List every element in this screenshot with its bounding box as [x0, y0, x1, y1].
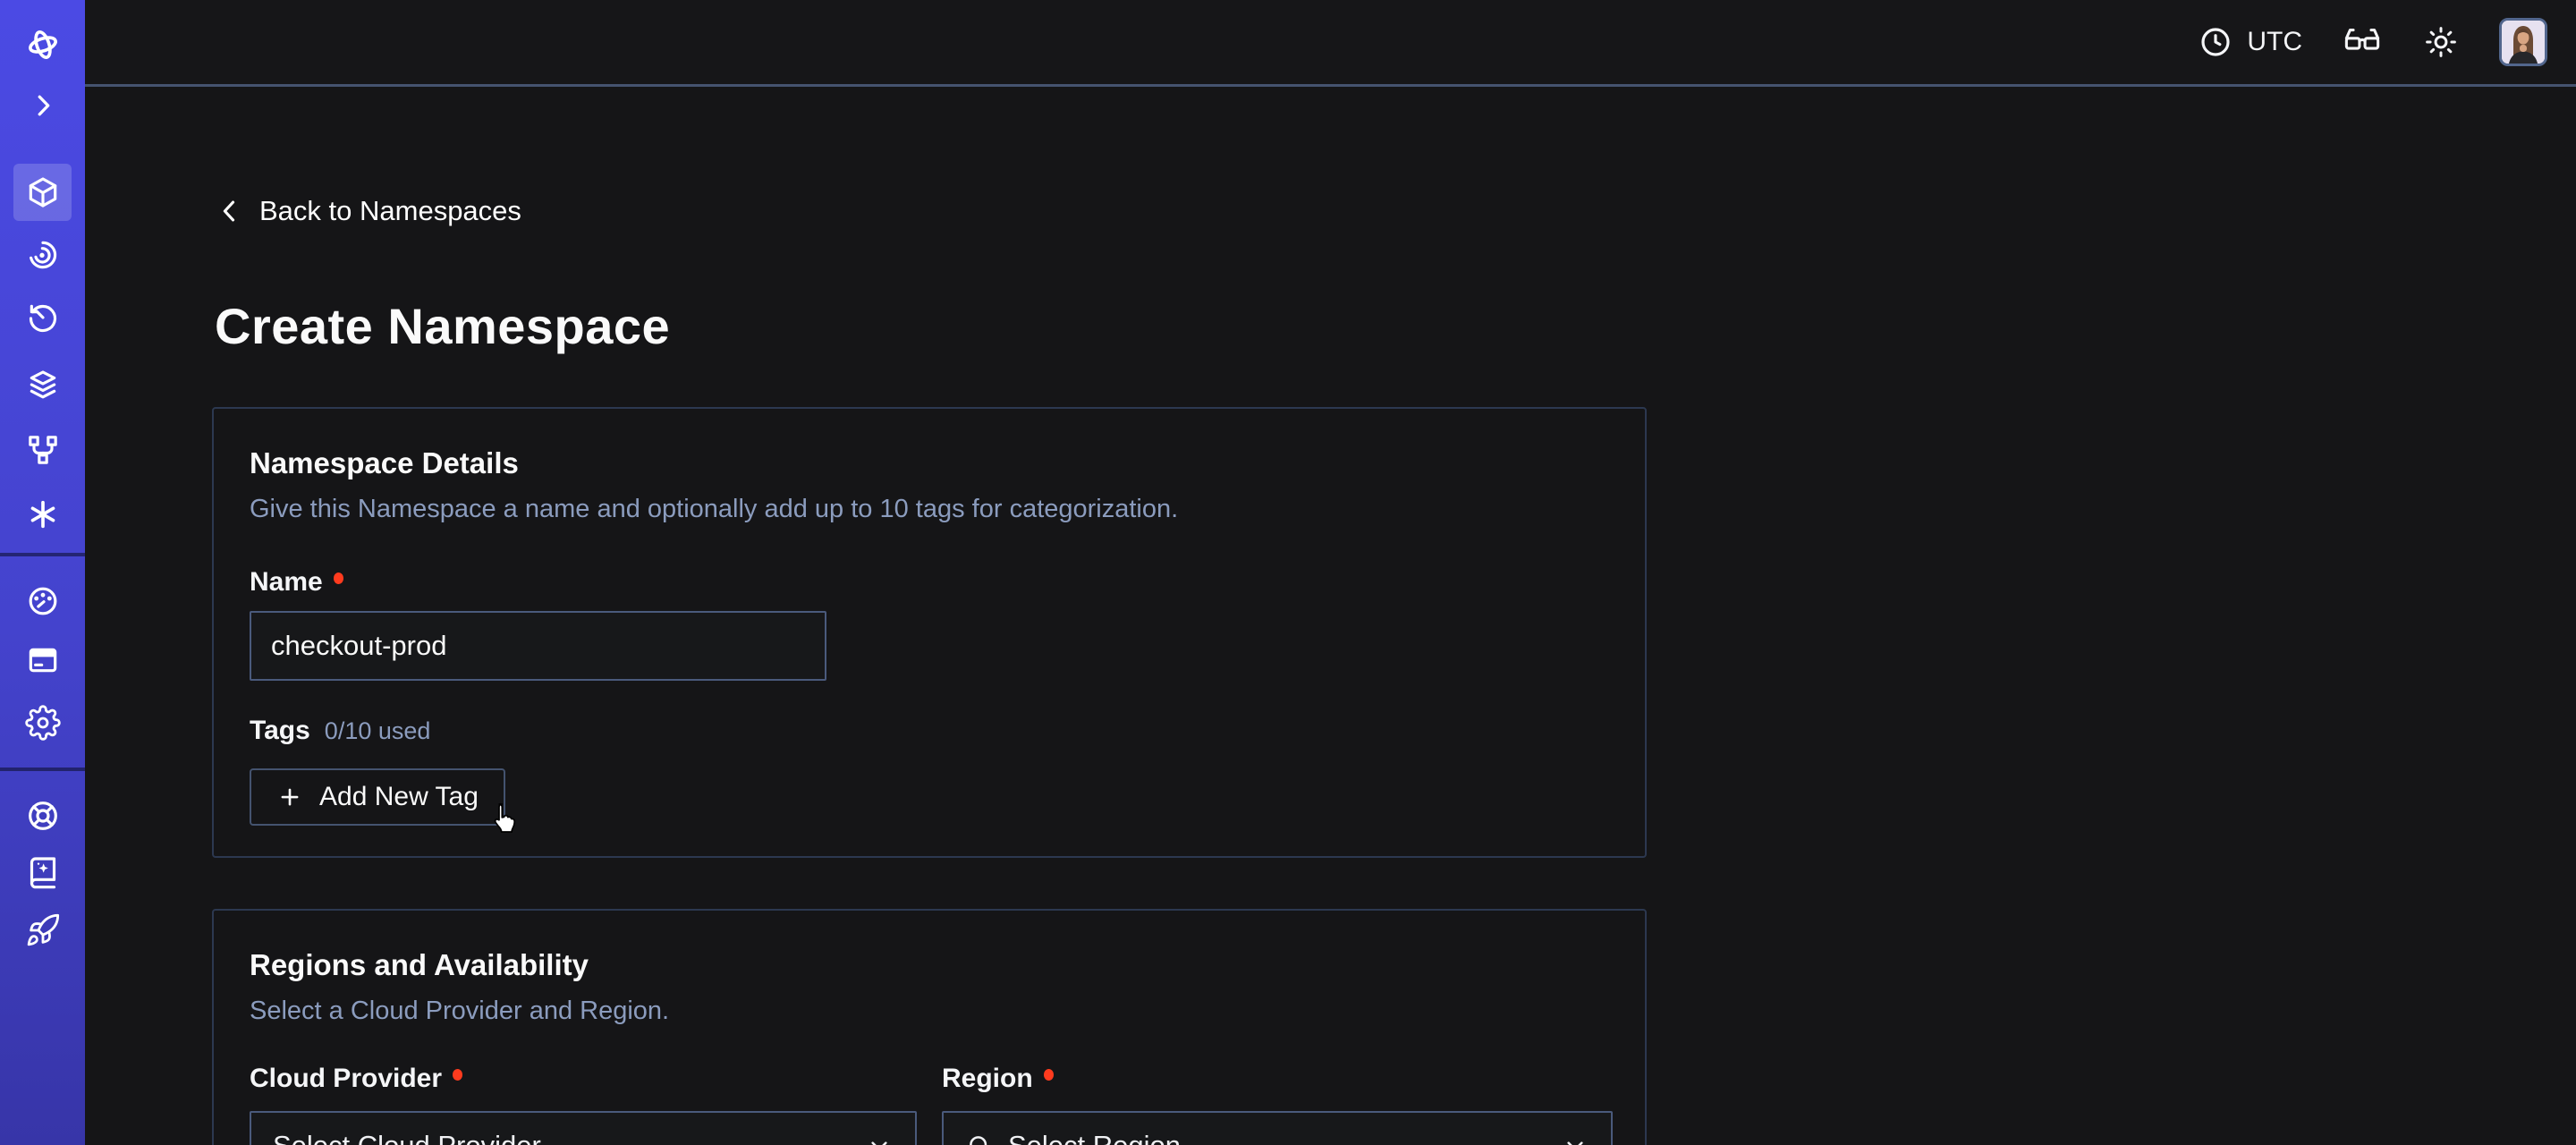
theme-toggle-button[interactable]: [2422, 23, 2460, 61]
required-indicator: [1044, 1069, 1054, 1081]
card-subtitle: Select a Cloud Provider and Region.: [250, 995, 1609, 1027]
cloud-provider-placeholder: Select Cloud Provider: [273, 1130, 851, 1145]
region-select[interactable]: Select Region: [942, 1111, 1613, 1145]
back-link-label: Back to Namespaces: [259, 195, 521, 227]
sidebar-item-billing[interactable]: [13, 632, 72, 689]
sidebar-divider: [0, 768, 85, 771]
card-subtitle: Give this Namespace a name and optionall…: [250, 493, 1609, 525]
regions-availability-card: Regions and Availability Select a Cloud …: [212, 909, 1647, 1145]
sidebar-item-get-started[interactable]: [13, 902, 72, 959]
timezone-label: UTC: [2247, 27, 2302, 57]
tags-counter: 0/10 used: [325, 717, 431, 745]
required-indicator: [334, 572, 343, 584]
region-field: Region Select Region: [942, 1063, 1613, 1145]
cloud-provider-select[interactable]: Select Cloud Provider: [250, 1111, 917, 1145]
main-content: Back to Namespaces Create Namespace Name…: [85, 89, 2576, 1145]
required-indicator: [453, 1069, 462, 1081]
sidebar-item-settings[interactable]: [13, 694, 72, 751]
cloud-provider-label: Cloud Provider: [250, 1063, 917, 1095]
sidebar-item-history[interactable]: [13, 289, 72, 346]
region-label: Region: [942, 1063, 1613, 1095]
cloud-provider-field: Cloud Provider Select Cloud Provider: [250, 1063, 917, 1145]
back-to-namespaces-link[interactable]: Back to Namespaces: [215, 195, 521, 227]
card-title: Regions and Availability: [250, 946, 1609, 984]
sidebar-expand-button[interactable]: [13, 77, 72, 134]
add-new-tag-label: Add New Tag: [319, 782, 479, 812]
add-new-tag-button[interactable]: Add New Tag: [250, 768, 505, 826]
page-title: Create Namespace: [215, 297, 670, 355]
namespace-name-input[interactable]: [250, 611, 826, 681]
chevron-down-icon: [1561, 1132, 1589, 1145]
chevron-left-icon: [215, 196, 245, 226]
avatar-portrait: [2502, 21, 2545, 64]
glasses-icon: [2342, 21, 2383, 63]
search-icon: [965, 1132, 994, 1145]
card-title: Namespace Details: [250, 445, 1609, 482]
sidebar-item-namespaces[interactable]: [13, 164, 72, 221]
namespace-details-card: Namespace Details Give this Namespace a …: [212, 407, 1647, 858]
sidebar-item-batch[interactable]: [13, 356, 72, 413]
temporal-logo[interactable]: [13, 16, 72, 73]
sidebar-item-docs[interactable]: [13, 844, 72, 901]
name-field-label: Name: [250, 566, 1609, 598]
sidebar-item-schedules[interactable]: [13, 226, 72, 284]
sidebar-divider: [0, 553, 85, 556]
chevron-down-icon: [865, 1132, 894, 1145]
sidebar-item-usage[interactable]: [13, 572, 72, 630]
sidebar-item-nexus[interactable]: [13, 486, 72, 543]
sidebar-item-deployments[interactable]: [13, 421, 72, 479]
region-placeholder: Select Region: [1008, 1130, 1546, 1145]
tags-label: Tags: [250, 715, 310, 747]
sidebar: [0, 0, 85, 1145]
timezone-selector[interactable]: UTC: [2198, 24, 2302, 60]
user-avatar[interactable]: [2499, 18, 2547, 66]
data-converter-button[interactable]: [2342, 21, 2383, 63]
sun-icon: [2422, 23, 2460, 61]
tags-label-row: Tags 0/10 used: [250, 715, 1609, 747]
sidebar-item-support[interactable]: [13, 787, 72, 844]
top-bar: UTC: [85, 0, 2576, 87]
plus-icon: [276, 784, 303, 810]
clock-icon: [2198, 24, 2233, 60]
